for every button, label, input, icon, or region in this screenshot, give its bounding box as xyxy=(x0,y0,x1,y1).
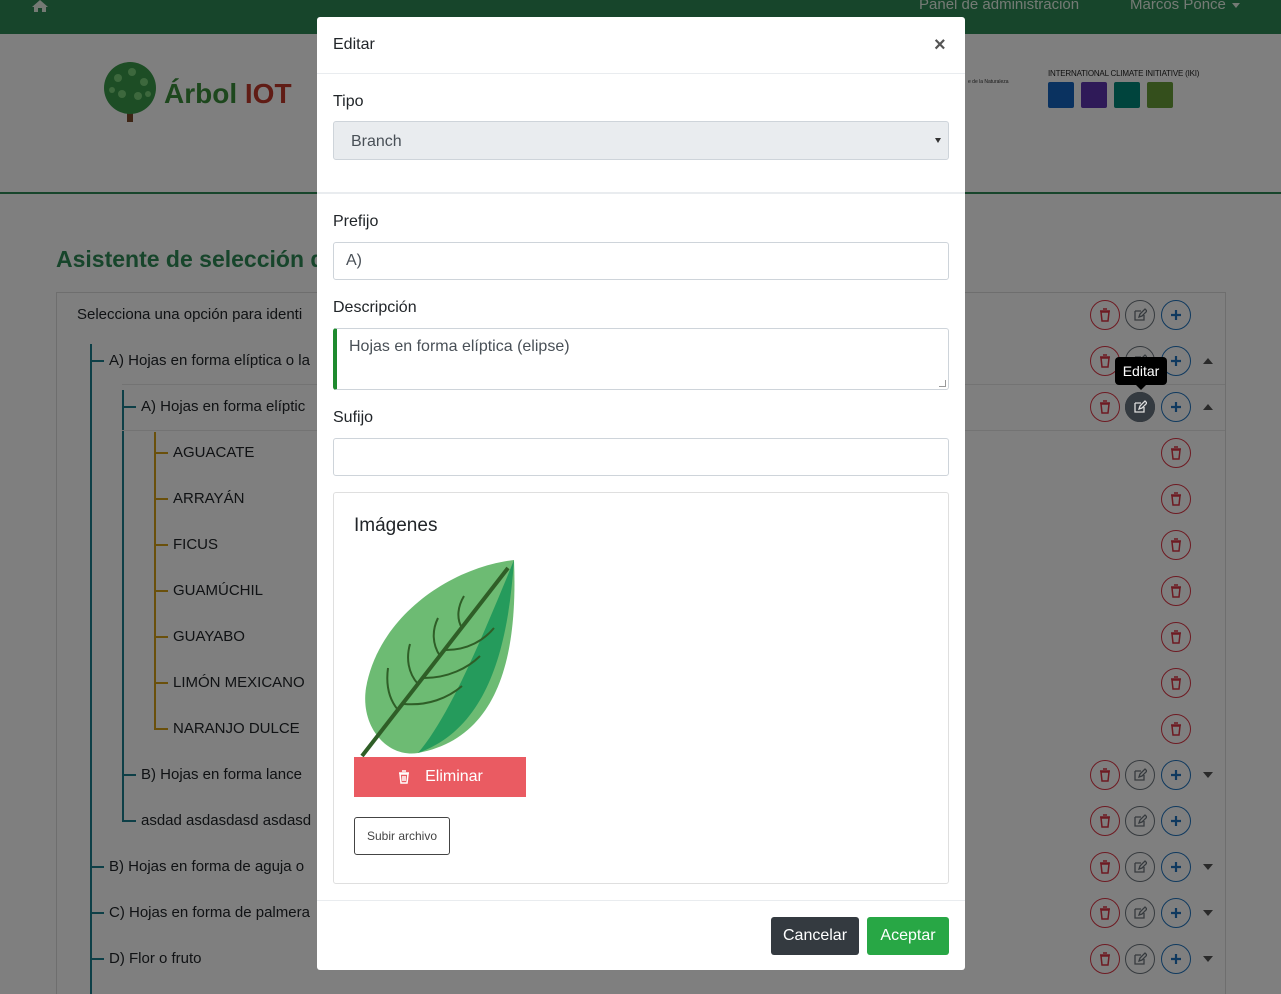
resize-handle[interactable] xyxy=(939,380,946,387)
section-divider xyxy=(317,192,965,194)
delete-image-button[interactable]: Eliminar xyxy=(354,757,526,797)
sufijo-input[interactable] xyxy=(333,438,949,476)
tipo-select[interactable]: Branch xyxy=(333,121,949,160)
images-title: Imágenes xyxy=(354,515,438,536)
cancel-button[interactable]: Cancelar xyxy=(771,917,859,955)
upload-file-button[interactable]: Subir archivo xyxy=(354,817,450,855)
close-icon[interactable]: × xyxy=(934,34,946,57)
modal-footer-divider xyxy=(317,900,965,901)
accept-button[interactable]: Aceptar xyxy=(867,917,949,955)
edit-icon xyxy=(1134,400,1147,413)
delete-image-label: Eliminar xyxy=(425,768,483,785)
prefijo-label: Prefijo xyxy=(333,213,379,230)
descripcion-textarea[interactable]: Hojas en forma elíptica (elipse) xyxy=(333,328,949,390)
leaf-image xyxy=(360,560,515,758)
tipo-label: Tipo xyxy=(333,93,364,110)
edit-tooltip: Editar xyxy=(1115,357,1167,390)
sufijo-label: Sufijo xyxy=(333,409,374,426)
prefijo-input[interactable]: A) xyxy=(333,242,949,280)
tipo-select-value: Branch xyxy=(351,133,402,150)
modal-title: Editar xyxy=(333,36,375,53)
edit-modal: Editar × Tipo Branch Prefijo A) Descripc… xyxy=(317,17,965,970)
images-card: Imágenes Eliminar Subir archivo xyxy=(333,492,949,884)
chevron-down-icon xyxy=(935,138,941,143)
edit-button-hovered[interactable] xyxy=(1125,392,1155,422)
descripcion-label: Descripción xyxy=(333,299,417,316)
descripcion-value: Hojas en forma elíptica (elipse) xyxy=(349,338,570,355)
modal-header: Editar × xyxy=(317,17,965,74)
trash-icon xyxy=(399,770,410,784)
